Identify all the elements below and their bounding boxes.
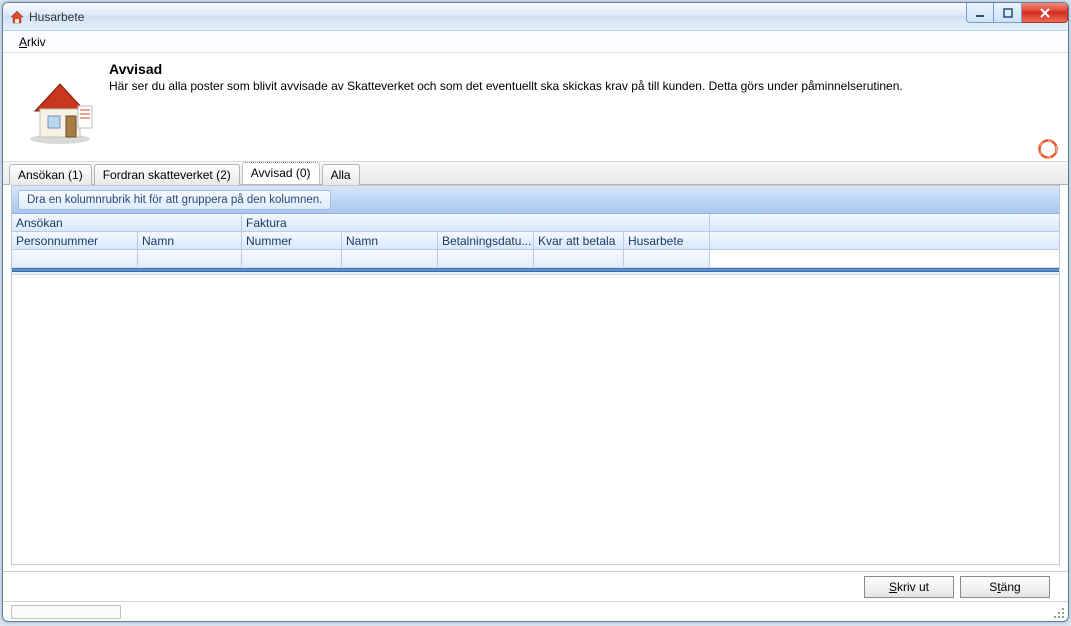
grid-body[interactable] bbox=[12, 250, 1059, 564]
app-window: Husarbete Arkiv bbox=[2, 2, 1069, 622]
column-group-faktura[interactable]: Faktura bbox=[242, 214, 710, 231]
column-namn-2[interactable]: Namn bbox=[342, 232, 438, 249]
header-panel: Avvisad Här ser du alla poster som blivi… bbox=[3, 53, 1068, 161]
group-by-bar[interactable]: Dra en kolumnrubrik hit för att gruppera… bbox=[12, 186, 1059, 214]
header-text: Avvisad Här ser du alla poster som blivi… bbox=[105, 61, 1056, 151]
tabstrip: Ansökan (1) Fordran skatteverket (2) Avv… bbox=[3, 161, 1068, 185]
tab-fordran[interactable]: Fordran skatteverket (2) bbox=[94, 164, 240, 185]
titlebar[interactable]: Husarbete bbox=[3, 3, 1068, 31]
column-husarbete[interactable]: Husarbete bbox=[624, 232, 710, 249]
column-personnummer[interactable]: Personnummer bbox=[12, 232, 138, 249]
page-title: Avvisad bbox=[109, 61, 1056, 77]
window-controls bbox=[966, 3, 1068, 23]
grid-group-row: Ansökan Faktura bbox=[12, 214, 1059, 232]
column-betalningsdatum[interactable]: Betalningsdatu... bbox=[438, 232, 534, 249]
status-cell bbox=[11, 605, 121, 619]
house-icon-small bbox=[9, 9, 25, 25]
house-icon bbox=[15, 61, 105, 151]
print-button[interactable]: Skriv ut bbox=[864, 576, 954, 598]
column-nummer[interactable]: Nummer bbox=[242, 232, 342, 249]
column-kvar-att-betala[interactable]: Kvar att betala bbox=[534, 232, 624, 249]
help-icon[interactable] bbox=[1038, 139, 1058, 159]
table-row[interactable] bbox=[12, 250, 1059, 268]
minimize-button[interactable] bbox=[966, 3, 994, 23]
grid-panel: Dra en kolumnrubrik hit för att gruppera… bbox=[11, 185, 1060, 565]
close-button[interactable] bbox=[1022, 3, 1068, 23]
tab-ansokan[interactable]: Ansökan (1) bbox=[9, 164, 92, 185]
tab-avvisad[interactable]: Avvisad (0) bbox=[242, 162, 320, 184]
column-group-ansokan[interactable]: Ansökan bbox=[12, 214, 242, 231]
group-hint: Dra en kolumnrubrik hit för att gruppera… bbox=[18, 190, 331, 210]
grid-column-row: Personnummer Namn Nummer Namn Betalnings… bbox=[12, 232, 1059, 250]
column-namn-1[interactable]: Namn bbox=[138, 232, 242, 249]
menubar: Arkiv bbox=[3, 31, 1068, 53]
page-description: Här ser du alla poster som blivit avvisa… bbox=[109, 79, 1056, 93]
footer: Skriv ut Stäng bbox=[3, 571, 1068, 601]
statusbar bbox=[3, 601, 1068, 621]
maximize-button[interactable] bbox=[994, 3, 1022, 23]
resize-grip[interactable] bbox=[1051, 605, 1065, 619]
window-title: Husarbete bbox=[29, 10, 84, 24]
menu-arkiv[interactable]: Arkiv bbox=[13, 33, 52, 51]
grid-separator-light bbox=[12, 272, 1059, 275]
print-button-label: kriv ut bbox=[897, 580, 929, 594]
tab-alla[interactable]: Alla bbox=[322, 164, 360, 185]
grid-header: Ansökan Faktura Personnummer Namn Nummer… bbox=[12, 214, 1059, 250]
close-dialog-button[interactable]: Stäng bbox=[960, 576, 1050, 598]
